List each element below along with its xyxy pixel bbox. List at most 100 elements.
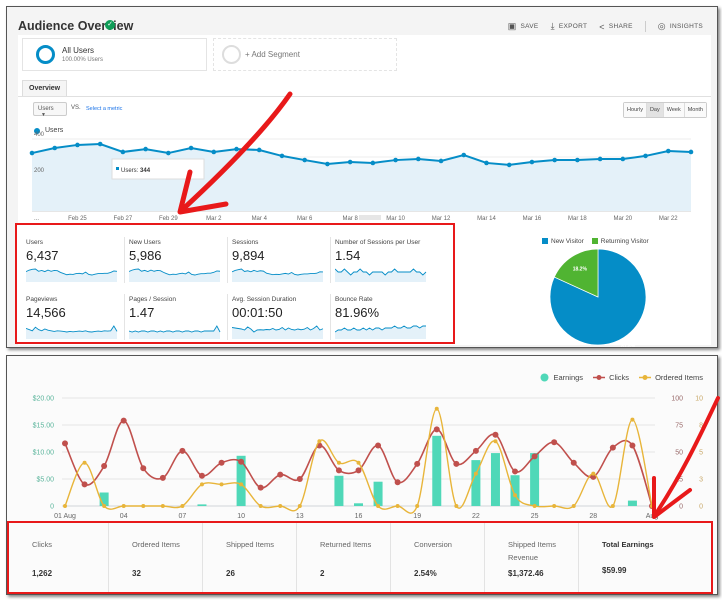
- clicks-data-point: [453, 460, 460, 467]
- kpi-label: New Users: [129, 239, 161, 246]
- clicks-data-point: [238, 458, 245, 465]
- earnings-bar: [510, 475, 520, 506]
- kpi-divider: [330, 294, 331, 340]
- users-data-point: [416, 156, 421, 162]
- y-right-clicks-tick-label: 50: [675, 450, 683, 457]
- earnings-summary-box: Clicks 1,262 Ordered Items 32 Shipped Items 2…: [7, 521, 713, 594]
- sparkline-fill: [129, 326, 220, 339]
- y-right-clicks-tick-label: 100: [671, 396, 683, 403]
- x-tick-label: Mar 16: [523, 216, 542, 222]
- ordered-items-data-point: [239, 482, 244, 487]
- kpi-bounce-rate[interactable]: Bounce Rate 81.96%: [335, 296, 430, 346]
- kpi-pages-session[interactable]: Pages / Session 1.47: [129, 296, 224, 346]
- ordered-items-data-point: [356, 460, 361, 465]
- users-data-point: [461, 152, 467, 158]
- earnings-bar: [354, 503, 363, 506]
- x-tick-label: ...: [34, 216, 39, 222]
- summary-clicks: Clicks 1,262: [9, 523, 109, 592]
- tooltip-swatch: [116, 167, 119, 170]
- ordered-items-data-point: [141, 504, 146, 508]
- kpi-sparkline: [232, 268, 324, 282]
- visitor-pie-chart[interactable]: 81.8% 18.2%: [542, 247, 652, 347]
- clicks-data-point: [120, 417, 127, 424]
- ordered-items-data-point: [650, 504, 654, 508]
- clicks-data-point: [512, 468, 519, 475]
- x-tick-label: Mar 10: [386, 216, 405, 222]
- y-right-items-tick-label: 8: [699, 423, 703, 430]
- x-tick-label: 28: [589, 513, 597, 520]
- ordered-items-data-point: [513, 493, 518, 498]
- users-data-point: [506, 162, 512, 168]
- x-tick-label: Mar 2: [206, 216, 222, 222]
- users-data-point: [52, 145, 58, 151]
- ordered-items-data-point: [317, 439, 322, 444]
- earnings-bar: [530, 453, 540, 506]
- clicks-data-point: [179, 447, 186, 454]
- y-left-tick-label: $10.00: [33, 450, 55, 457]
- kpi-sparkline: [129, 325, 221, 339]
- kpi-pageviews[interactable]: Pageviews 14,566: [26, 296, 121, 346]
- pie-legend-returning-visitor[interactable]: Returning Visitor: [591, 238, 649, 245]
- kpi-value: 1.47: [129, 305, 155, 320]
- clicks-data-point: [198, 472, 205, 479]
- clicks-data-point: [609, 444, 616, 451]
- kpi-sparkline: [26, 268, 118, 282]
- summary-label: Returned Items: [320, 540, 372, 549]
- clicks-data-point: [81, 481, 88, 488]
- summary-total-earnings: Total Earnings $59.99: [579, 523, 711, 592]
- kpi-new-users[interactable]: New Users 5,986: [129, 239, 224, 289]
- y-left-tick-label: $20.00: [33, 396, 55, 403]
- ordered-items-data-point: [336, 460, 341, 465]
- kpi-users[interactable]: Users 6,437: [26, 239, 121, 289]
- kpi-avg-session-duration[interactable]: Avg. Session Duration 00:01:50: [232, 296, 327, 346]
- users-data-point: [97, 141, 103, 147]
- users-line-chart[interactable]: 400 200... Feb 25 Feb 27 Feb 29 Mar 2 Mar 4 Mar…: [7, 7, 719, 229]
- pie-slice-label: 81.8%: [621, 343, 636, 347]
- x-tick-label: Mar 18: [568, 216, 587, 222]
- kpi-value: 81.96%: [335, 305, 380, 320]
- clicks-data-point: [257, 484, 264, 491]
- kpi-value: 5,986: [129, 248, 162, 263]
- ordered-items-data-point: [160, 504, 165, 508]
- kpi-sparkline: [232, 325, 324, 339]
- ordered-items-data-point: [454, 504, 459, 508]
- y-right-items-tick-label: 3: [699, 477, 703, 484]
- users-data-point: [484, 160, 489, 166]
- users-data-point: [438, 158, 444, 164]
- x-tick-label: 01 Aug: [54, 513, 76, 520]
- pie-legend-new-visitor[interactable]: New Visitor: [542, 238, 584, 245]
- x-tick-label: Mar 20: [613, 216, 632, 222]
- sparkline-fill: [335, 269, 426, 282]
- kpi-label: Number of Sessions per User: [335, 239, 421, 246]
- kpi-number-of-sessions-per-user[interactable]: Number of Sessions per User 1.54: [335, 239, 430, 289]
- tooltip-text: Users: 344: [121, 168, 151, 174]
- users-data-point: [120, 149, 126, 155]
- kpi-value: 9,894: [232, 248, 265, 263]
- kpi-sparkline: [129, 268, 221, 282]
- kpi-sessions[interactable]: Sessions 9,894: [232, 239, 327, 289]
- users-data-point: [29, 150, 35, 156]
- x-tick-label: 25: [531, 513, 539, 520]
- returning-visitor-swatch: [591, 238, 598, 244]
- ordered-items-data-point: [102, 504, 107, 508]
- ordered-items-data-point: [199, 482, 204, 487]
- clicks-data-point: [375, 442, 382, 449]
- earnings-combo-chart[interactable]: $20.00 100 10$15.00 75 8$10.00 50 5$5.00 25 30 0 0…: [7, 356, 719, 521]
- earnings-bar: [197, 504, 207, 506]
- clicks-data-point: [472, 447, 479, 454]
- kpi-sparkline: [26, 325, 118, 339]
- clicks-data-point: [62, 440, 68, 447]
- summary-shipped-items: Shipped Items 26: [203, 523, 297, 592]
- summary-value: 32: [132, 569, 141, 578]
- y-right-clicks-tick-label: 75: [675, 423, 683, 430]
- users-data-point: [665, 148, 671, 154]
- clicks-data-point: [277, 471, 284, 478]
- y-left-tick-label: $5.00: [36, 477, 54, 484]
- x-tick-label: 10: [237, 513, 245, 520]
- users-data-point: [75, 142, 80, 148]
- x-tick-label: Mar 14: [477, 216, 496, 222]
- users-tooltip: Users: 344: [111, 158, 205, 180]
- summary-value: 1,262: [32, 569, 53, 578]
- ordered-items-data-point: [610, 504, 615, 508]
- clicks-data-point: [551, 439, 558, 446]
